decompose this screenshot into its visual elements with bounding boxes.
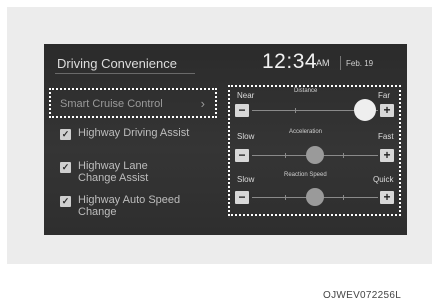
distance-slider-knob[interactable] (354, 99, 377, 121)
figure-code: OJWEV072256L (323, 290, 402, 301)
acceleration-slider-tick (285, 153, 286, 158)
chevron-right-icon: › (200, 96, 205, 111)
clock-ampm: AM (316, 58, 330, 68)
infotainment-screen: Driving Convenience 12:34 AM Feb. 19 Sma… (44, 44, 407, 235)
reaction-title: Reaction Speed (284, 172, 327, 178)
reaction-plus-button[interactable]: + (380, 191, 394, 204)
checkbox-checked-icon[interactable]: ✓ (60, 162, 71, 173)
page-title: Driving Convenience (57, 56, 177, 71)
reaction-slider-tick (343, 195, 344, 200)
acceleration-min-label: Slow (237, 132, 255, 141)
clock-time: 12:34 (262, 50, 318, 73)
reaction-slider-tick (285, 195, 286, 200)
smart-cruise-control-label: Smart Cruise Control (60, 98, 163, 110)
reaction-min-label: Slow (237, 175, 255, 184)
distance-plus-button[interactable]: + (380, 104, 394, 117)
acceleration-minus-button[interactable]: − (235, 149, 249, 162)
clock-date: Feb. 19 (346, 59, 374, 68)
smart-cruise-control-item[interactable]: Smart Cruise Control › (49, 88, 217, 118)
distance-min-label: Near (237, 91, 255, 100)
reaction-slider-knob[interactable] (306, 188, 324, 206)
option-label: Highway Lane Change Assist (78, 160, 149, 184)
option-label: Highway Driving Assist (78, 127, 190, 139)
header-divider (340, 56, 341, 70)
acceleration-plus-button[interactable]: + (380, 149, 394, 162)
title-underline (55, 73, 195, 74)
distance-slider-tick (295, 108, 296, 113)
option-label: Highway Auto Speed Change (78, 194, 181, 218)
acceleration-max-label: Fast (378, 132, 394, 141)
reaction-minus-button[interactable]: − (235, 191, 249, 204)
acceleration-slider-knob[interactable] (306, 146, 324, 164)
distance-minus-button[interactable]: − (235, 104, 249, 117)
checkbox-checked-icon[interactable]: ✓ (60, 129, 71, 140)
reaction-max-label: Quick (373, 175, 394, 184)
cruise-settings-panel: Near Distance Far − + Slow Acceleration … (228, 85, 401, 216)
acceleration-slider-tick (343, 153, 344, 158)
checkbox-checked-icon[interactable]: ✓ (60, 196, 71, 207)
distance-title: Distance (294, 88, 318, 94)
distance-max-label: Far (378, 91, 390, 100)
acceleration-title: Acceleration (289, 129, 323, 135)
